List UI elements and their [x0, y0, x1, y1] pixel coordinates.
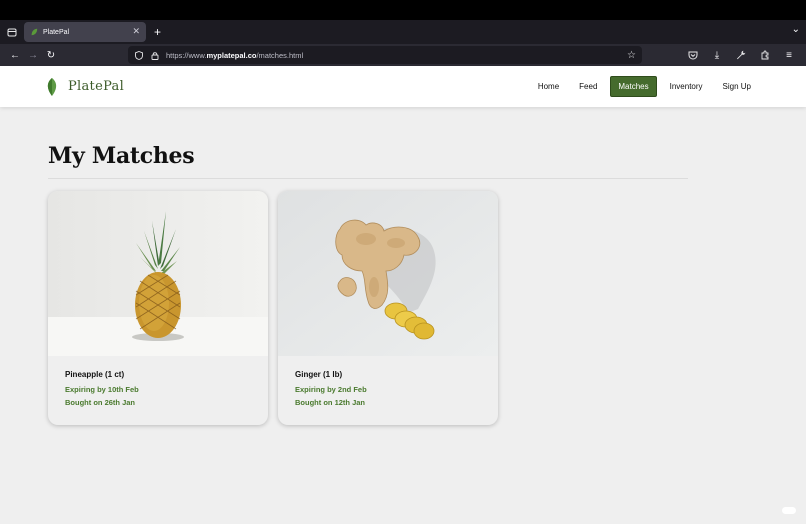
match-cards: Pineapple (1 ct) Expiring by 10th Feb Bo… [48, 191, 758, 425]
close-tab-icon[interactable]: ✕ [132, 26, 140, 37]
main-content: My Matches Pineapple (1 ct) Expiring by … [0, 107, 806, 425]
nav-matches[interactable]: Matches [610, 76, 657, 97]
leaf-favicon-icon [31, 28, 38, 36]
card-title: Ginger (1 lb) [295, 370, 343, 379]
browser-nav-bar: ← → ↻ https://www.myplatepal.co/matches.… [0, 44, 806, 66]
chevron-down-icon[interactable]: ⌄ [792, 24, 800, 35]
brand-name: PlatePal [68, 79, 125, 94]
match-card[interactable]: Pineapple (1 ct) Expiring by 10th Feb Bo… [48, 191, 268, 425]
card-title: Pineapple (1 ct) [65, 370, 125, 379]
shield-icon[interactable] [134, 50, 144, 60]
match-card[interactable]: Ginger (1 lb) Expiring by 2nd Feb Bought… [278, 191, 498, 425]
pineapple-image [48, 191, 268, 356]
extensions-icon[interactable] [756, 46, 774, 64]
address-bar[interactable]: https://www.myplatepal.co/matches.html ☆ [128, 46, 642, 64]
scroll-indicator[interactable] [782, 507, 796, 514]
url-text: https://www.myplatepal.co/matches.html [166, 51, 627, 60]
nav-sign-up[interactable]: Sign Up [716, 77, 758, 96]
nav-feed[interactable]: Feed [572, 77, 604, 96]
menu-hamburger-icon[interactable]: ≡ [780, 46, 798, 64]
card-bought: Bought on 12th Jan [295, 398, 365, 407]
ginger-image [278, 191, 498, 356]
tab-title: PlatePal [43, 28, 70, 36]
url-domain: myplatepal.co [206, 50, 257, 60]
tab-overview-icon[interactable] [4, 24, 20, 40]
wrench-icon[interactable] [732, 46, 750, 64]
forward-arrow-icon[interactable]: → [24, 46, 42, 64]
lock-icon[interactable] [150, 50, 160, 60]
os-top-bar [0, 0, 806, 20]
card-bought: Bought on 26th Jan [65, 398, 135, 407]
card-expiry: Expiring by 2nd Feb [295, 385, 367, 394]
new-tab-icon[interactable]: + [154, 25, 161, 39]
web-page: PlatePal Home Feed Matches Inventory Sig… [0, 66, 806, 524]
card-body: Ginger (1 lb) Expiring by 2nd Feb Bought… [278, 356, 498, 425]
card-body: Pineapple (1 ct) Expiring by 10th Feb Bo… [48, 356, 268, 425]
url-path: /matches.html [256, 50, 304, 60]
browser-tab-platepal[interactable]: PlatePal ✕ [24, 22, 146, 42]
nav-home[interactable]: Home [531, 77, 566, 96]
site-logo[interactable]: PlatePal [44, 77, 124, 97]
page-title: My Matches [48, 143, 195, 169]
reload-icon[interactable]: ↻ [42, 46, 60, 64]
site-header: PlatePal Home Feed Matches Inventory Sig… [0, 66, 806, 107]
pocket-icon[interactable] [684, 46, 702, 64]
browser-tab-strip: PlatePal ✕ + ⌄ [0, 20, 806, 44]
main-nav: Home Feed Matches Inventory Sign Up [531, 76, 758, 97]
nav-inventory[interactable]: Inventory [663, 77, 710, 96]
title-divider [48, 178, 688, 179]
leaf-logo-icon [47, 77, 57, 96]
download-icon[interactable]: ⤓ [708, 46, 726, 64]
url-prefix: https://www. [166, 50, 207, 60]
back-arrow-icon[interactable]: ← [6, 46, 24, 64]
card-expiry: Expiring by 10th Feb [65, 385, 139, 394]
bookmark-star-icon[interactable]: ☆ [627, 50, 636, 61]
